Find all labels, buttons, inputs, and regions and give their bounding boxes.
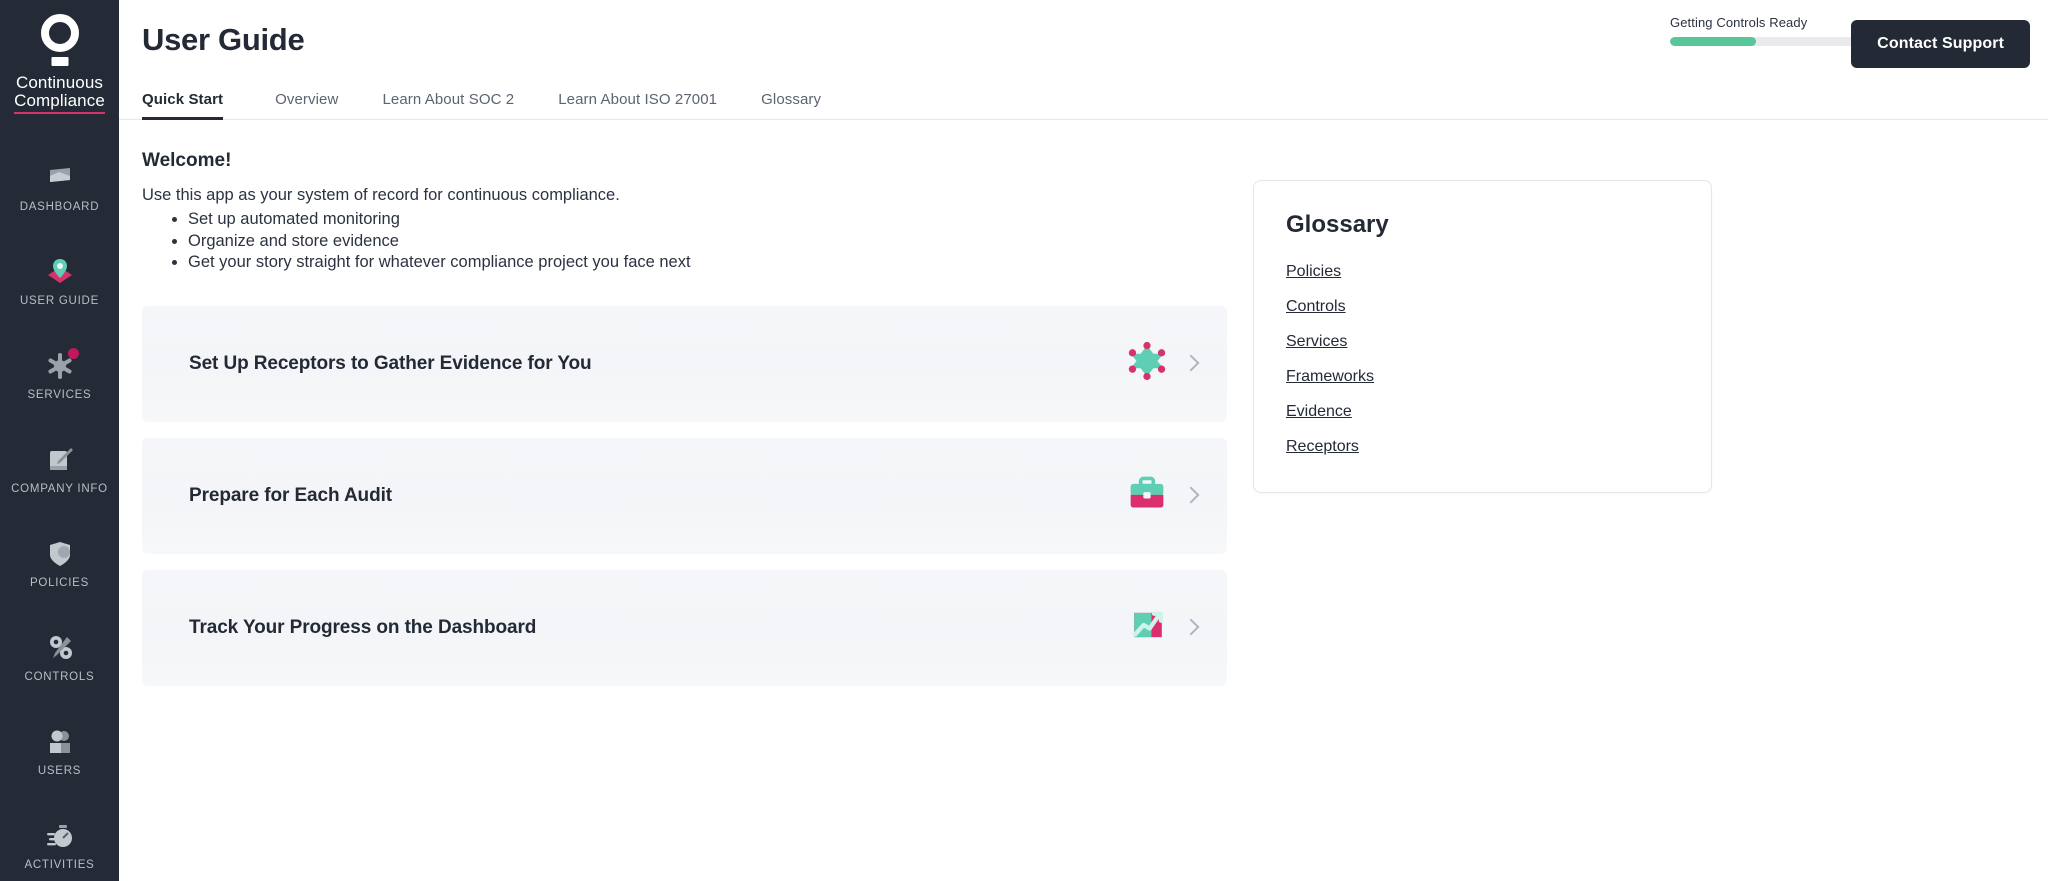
chevron-right-icon[interactable] xyxy=(1183,353,1197,375)
trending-chart-icon xyxy=(1129,606,1167,649)
glossary-link-policies[interactable]: Policies xyxy=(1286,263,1341,281)
sidebar-item-services[interactable]: SERVICES xyxy=(0,338,119,415)
list-item: Organize and store evidence xyxy=(188,231,1227,253)
glossary-link-evidence[interactable]: Evidence xyxy=(1286,403,1352,421)
welcome-bullet-list: Set up automated monitoring Organize and… xyxy=(188,209,1227,274)
glossary-link-services[interactable]: Services xyxy=(1286,333,1347,351)
quick-start-card-list: Set Up Receptors to Gather Evidence for … xyxy=(142,306,1227,686)
main-panel: User Guide Getting Controls Ready 24% Qu… xyxy=(119,0,2048,881)
contact-support-button[interactable]: Contact Support xyxy=(1851,20,2030,68)
sidebar-item-label: POLICIES xyxy=(30,577,89,590)
tab-bar: Quick Start Overview Learn About SOC 2 L… xyxy=(119,82,2048,120)
tab-learn-soc2[interactable]: Learn About SOC 2 xyxy=(360,91,536,119)
card-title: Set Up Receptors to Gather Evidence for … xyxy=(189,353,592,375)
card-title: Prepare for Each Audit xyxy=(189,485,392,507)
tab-glossary[interactable]: Glossary xyxy=(739,91,843,119)
brand-line-2: Compliance xyxy=(14,92,105,114)
sidebar-item-company-info[interactable]: COMPANY INFO xyxy=(0,432,119,509)
app-root: Continuous Compliance DASHBOARD xyxy=(0,0,2048,881)
map-pin-icon xyxy=(45,257,75,287)
glossary-link-frameworks[interactable]: Frameworks xyxy=(1286,368,1374,386)
sidebar-item-label: ACTIVITIES xyxy=(24,859,94,872)
sidebar-item-users[interactable]: USERS xyxy=(0,714,119,791)
sidebar-item-user-guide[interactable]: USER GUIDE xyxy=(0,244,119,321)
asterisk-icon xyxy=(45,351,75,381)
card-prepare-for-audit[interactable]: Prepare for Each Audit xyxy=(142,438,1227,554)
sidebar-nav: DASHBOARD USER GUIDE xyxy=(0,150,119,881)
sidebar-item-activities[interactable]: ACTIVITIES xyxy=(0,808,119,881)
pen-book-icon xyxy=(45,445,75,475)
sidebar-item-label: SERVICES xyxy=(28,389,92,402)
lightbulb-ring-logo-icon xyxy=(37,14,83,68)
gears-icon xyxy=(45,633,75,663)
users-icon xyxy=(45,727,75,757)
sidebar-item-label: CONTROLS xyxy=(25,671,95,684)
sidebar-item-policies[interactable]: POLICIES xyxy=(0,526,119,603)
tab-quick-start[interactable]: Quick Start xyxy=(142,91,245,119)
list-item: Set up automated monitoring xyxy=(188,209,1227,231)
card-set-up-receptors[interactable]: Set Up Receptors to Gather Evidence for … xyxy=(142,306,1227,422)
sidebar-item-label: USERS xyxy=(38,765,81,778)
tab-learn-iso[interactable]: Learn About ISO 27001 xyxy=(536,91,739,119)
card-right xyxy=(1127,473,1197,518)
glossary-link-receptors[interactable]: Receptors xyxy=(1286,438,1359,456)
sidebar-item-dashboard[interactable]: DASHBOARD xyxy=(0,150,119,227)
glossary-heading: Glossary xyxy=(1286,211,1679,239)
card-track-progress[interactable]: Track Your Progress on the Dashboard xyxy=(142,570,1227,686)
briefcase-icon xyxy=(1127,473,1167,518)
welcome-subtitle: Use this app as your system of record fo… xyxy=(142,186,1227,205)
glossary-link-controls[interactable]: Controls xyxy=(1286,298,1346,316)
card-right xyxy=(1129,606,1197,649)
sidebar-item-label: COMPANY INFO xyxy=(11,483,108,496)
welcome-heading: Welcome! xyxy=(142,150,1227,172)
list-item: Get your story straight for whatever com… xyxy=(188,252,1227,274)
sidebar-item-label: USER GUIDE xyxy=(20,295,99,308)
glossary-panel: Glossary Policies Controls Services Fram… xyxy=(1253,180,1712,493)
chevron-right-icon[interactable] xyxy=(1183,485,1197,507)
sidebar-item-controls[interactable]: CONTROLS xyxy=(0,620,119,697)
receptor-star-icon xyxy=(1127,341,1167,386)
content-area: Welcome! Use this app as your system of … xyxy=(119,120,2048,686)
page-title: User Guide xyxy=(142,22,304,58)
right-column: Glossary Policies Controls Services Fram… xyxy=(1227,120,2030,686)
sidebar-item-label: DASHBOARD xyxy=(20,201,100,214)
progress-fill xyxy=(1670,37,1756,46)
stopwatch-icon xyxy=(45,821,75,851)
left-column: Welcome! Use this app as your system of … xyxy=(119,120,1227,686)
brand-logo-block[interactable]: Continuous Compliance xyxy=(0,14,119,114)
tab-overview[interactable]: Overview xyxy=(253,91,360,119)
flag-icon xyxy=(45,163,75,193)
card-title: Track Your Progress on the Dashboard xyxy=(189,617,536,639)
brand-name: Continuous Compliance xyxy=(14,74,105,114)
card-right xyxy=(1127,341,1197,386)
brand-line-1: Continuous xyxy=(16,73,103,92)
services-notification-badge xyxy=(68,348,79,359)
sidebar: Continuous Compliance DASHBOARD xyxy=(0,0,119,881)
chevron-right-icon[interactable] xyxy=(1183,617,1197,639)
topbar: User Guide Getting Controls Ready 24% xyxy=(119,0,2048,82)
shield-icon xyxy=(45,539,75,569)
